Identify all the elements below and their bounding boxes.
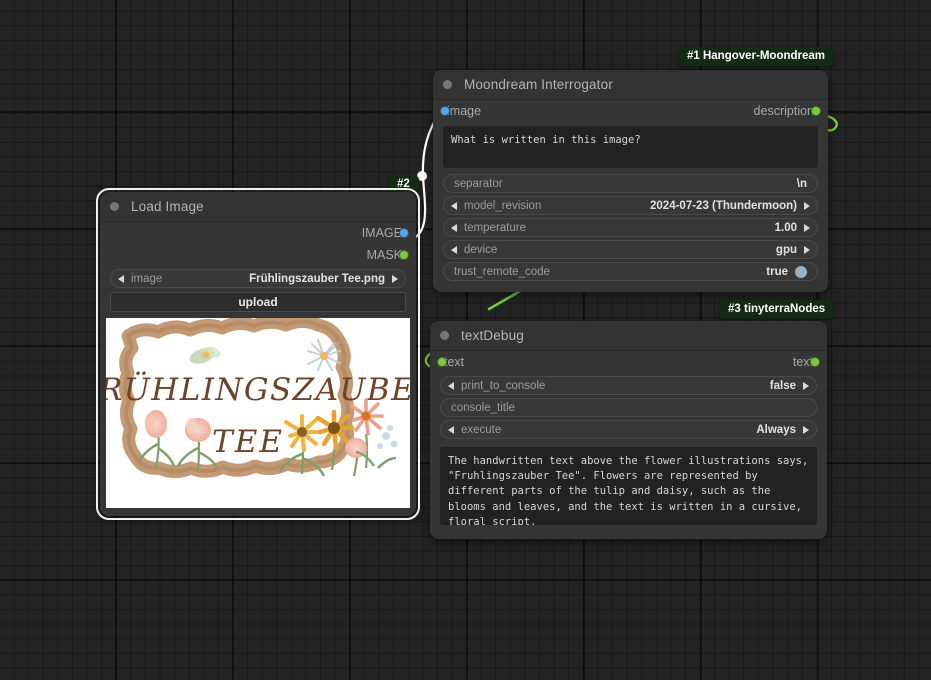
widget-model-revision-value: 2024-07-23 (Thundermoon)	[650, 199, 797, 212]
arrow-left-icon[interactable]	[451, 245, 457, 254]
output-dot-image[interactable]	[399, 228, 409, 238]
arrow-left-icon[interactable]	[451, 223, 457, 232]
image-preview[interactable]: FRÜHLINGSZAUBER TEE	[106, 318, 410, 508]
widget-device-value: gpu	[775, 243, 797, 256]
output-text-display[interactable]: The handwritten text above the flower il…	[440, 447, 817, 525]
widget-print-to-console[interactable]: print_to_console false	[440, 376, 817, 395]
node-text-debug[interactable]: textDebug text text print_to_console fal…	[430, 321, 827, 539]
output-label-image: IMAGE	[361, 226, 402, 240]
node-body-text-debug: text text print_to_console false console…	[430, 351, 827, 539]
arrow-right-icon[interactable]	[804, 245, 810, 254]
input-dot-text[interactable]	[437, 357, 447, 367]
widget-image-file-value: Frühlingszauber Tee.png	[249, 272, 385, 285]
node-body-load-image: IMAGE MASK image Frühlingszauber Tee.png…	[100, 222, 416, 516]
arrow-right-icon[interactable]	[804, 223, 810, 232]
widget-console-title[interactable]: console_title	[440, 398, 817, 417]
widget-print-to-console-label: print_to_console	[461, 379, 546, 392]
widget-image-file[interactable]: image Frühlingszauber Tee.png	[110, 269, 406, 288]
widget-temperature[interactable]: temperature 1.00	[443, 218, 818, 237]
input-dot-image[interactable]	[440, 106, 450, 116]
arrow-right-icon[interactable]	[803, 425, 809, 434]
widget-device[interactable]: device gpu	[443, 240, 818, 259]
toggle-knob-icon[interactable]	[795, 265, 807, 278]
node-load-image[interactable]: Load Image IMAGE MASK image Frühlingszau…	[96, 188, 420, 520]
arrow-right-icon[interactable]	[392, 274, 398, 283]
node-title-moondream: Moondream Interrogator	[464, 77, 613, 92]
widget-separator-label: separator	[454, 177, 503, 190]
collapse-dot-icon[interactable]	[443, 80, 452, 89]
widget-trust-remote-code-value: true	[766, 265, 788, 278]
widget-separator-value: \n	[796, 177, 807, 190]
output-dot-text[interactable]	[810, 357, 820, 367]
widget-print-to-console-value: false	[769, 379, 796, 392]
link-green-diagonal	[487, 288, 524, 311]
output-label-mask: MASK	[366, 248, 402, 262]
badge-moondream: #1 Hangover-Moondream	[678, 47, 835, 66]
widget-console-title-label: console_title	[451, 401, 515, 414]
arrow-left-icon[interactable]	[118, 274, 124, 283]
node-body-moondream: image description What is written in thi…	[433, 100, 828, 292]
widget-device-label: device	[464, 243, 498, 256]
svg-text:TEE: TEE	[212, 424, 284, 460]
node-title-text-debug: textDebug	[461, 328, 524, 343]
arrow-right-icon[interactable]	[803, 381, 809, 390]
node-header-moondream[interactable]: Moondream Interrogator	[433, 70, 828, 100]
node-header-load-image[interactable]: Load Image	[100, 192, 416, 222]
arrow-left-icon[interactable]	[451, 201, 457, 210]
widget-execute[interactable]: execute Always	[440, 420, 817, 439]
widget-trust-remote-code[interactable]: trust_remote_code true	[443, 262, 818, 281]
upload-button[interactable]: upload	[110, 292, 406, 312]
widget-model-revision-label: model_revision	[464, 199, 542, 212]
widget-temperature-label: temperature	[464, 221, 527, 234]
node-header-text-debug[interactable]: textDebug	[430, 321, 827, 351]
slot-row-moondream-io: image description	[433, 100, 828, 122]
collapse-dot-icon[interactable]	[440, 331, 449, 340]
widget-trust-remote-code-label: trust_remote_code	[454, 265, 550, 278]
output-dot-description[interactable]	[811, 106, 821, 116]
widget-image-file-label: image	[131, 272, 163, 285]
slot-row-text-debug-io: text text	[430, 351, 827, 373]
widget-execute-label: execute	[461, 423, 502, 436]
collapse-dot-icon[interactable]	[110, 202, 119, 211]
widget-model-revision[interactable]: model_revision 2024-07-23 (Thundermoon)	[443, 196, 818, 215]
input-label-image: image	[447, 104, 482, 118]
widget-temperature-value: 1.00	[774, 221, 797, 234]
widget-separator[interactable]: separator \n	[443, 174, 818, 193]
node-moondream-interrogator[interactable]: Moondream Interrogator image description…	[433, 70, 828, 292]
arrow-left-icon[interactable]	[448, 425, 454, 434]
output-label-description: description	[753, 104, 814, 118]
node-graph-canvas[interactable]: #1 Hangover-Moondream Moondream Interrog…	[0, 0, 931, 680]
arrow-right-icon[interactable]	[804, 201, 810, 210]
badge-text-debug: #3 tinyterraNodes	[719, 300, 835, 319]
slot-row-image-output: IMAGE	[100, 222, 416, 244]
arrow-left-icon[interactable]	[448, 381, 454, 390]
widget-execute-value: Always	[756, 423, 796, 436]
node-title-load-image: Load Image	[131, 199, 204, 214]
input-label-text: text	[444, 355, 465, 369]
output-dot-mask[interactable]	[399, 250, 409, 260]
prompt-textarea[interactable]: What is written in this image?	[443, 126, 818, 168]
slot-row-mask-output: MASK	[100, 244, 416, 266]
image-preview-artwork: FRÜHLINGSZAUBER TEE	[106, 318, 410, 508]
